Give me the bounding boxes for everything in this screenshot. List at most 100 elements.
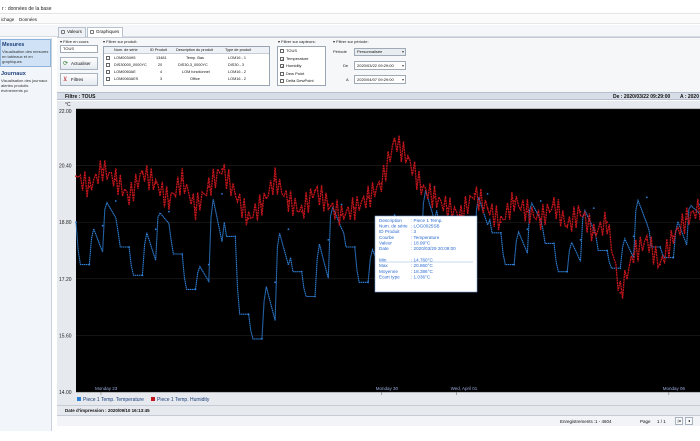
temperature-humidity-chart[interactable]: 22.00 20.40 18.80 17.20 15.60 14.00 °C Monday 2… xyxy=(57,101,700,405)
tooltip-value: : Temperature xyxy=(411,235,440,240)
data-point xyxy=(181,253,184,255)
periode-select[interactable]: Personnalisée ▾ xyxy=(354,48,406,56)
first-page-button[interactable]: |◂ xyxy=(675,417,683,425)
data-point xyxy=(393,139,396,142)
nav-line: graphiques xyxy=(2,59,22,64)
sensor-checkbox-humidity[interactable]: ✓ xyxy=(280,64,284,69)
row-checkbox[interactable] xyxy=(106,77,110,81)
chart-icon xyxy=(90,30,94,34)
data-point xyxy=(367,281,369,284)
column-header[interactable]: Num. de série xyxy=(114,47,138,53)
tab-label: Graphiques xyxy=(96,29,120,34)
menu-item-affichage[interactable]: ichage xyxy=(1,17,14,22)
refresh-icon: ⟳ xyxy=(63,61,69,67)
menu-item-donnees[interactable]: Données xyxy=(19,17,37,22)
data-point xyxy=(553,203,555,206)
legend-swatch xyxy=(151,397,155,401)
tooltip-value: : 3 xyxy=(411,229,417,234)
row-checkbox[interactable] xyxy=(106,56,110,60)
data-point xyxy=(685,217,688,220)
data-point xyxy=(221,193,223,195)
data-point xyxy=(114,178,117,181)
legend-label: Piece 1 Temp. Temperature xyxy=(83,397,144,403)
tab-graphiques[interactable]: Graphiques xyxy=(87,27,123,37)
tooltip-value: : 18.99°C xyxy=(411,240,431,245)
data-point xyxy=(300,210,303,213)
tooltip-value: : 14.760°C xyxy=(411,258,433,263)
data-point xyxy=(141,274,144,277)
sensor-checkbox-temperature[interactable]: ✓ xyxy=(280,57,284,62)
data-point xyxy=(539,200,542,202)
date-to-field[interactable]: 2020/04/07 09:29:00 ▾ xyxy=(354,75,406,84)
data-point xyxy=(234,193,237,195)
data-point xyxy=(207,185,210,188)
column-header[interactable]: Description du produit xyxy=(176,47,213,53)
data-point xyxy=(340,214,343,216)
data-point xyxy=(101,168,104,170)
row-checkbox[interactable] xyxy=(106,63,110,67)
data-point xyxy=(274,281,276,284)
navigation-pane: Mesures Visualisation des mesures en tab… xyxy=(0,38,52,431)
tooltip-key: Date xyxy=(379,246,389,251)
data-point xyxy=(114,200,117,202)
product-grid[interactable]: Num. de série ID Produit Description du … xyxy=(103,46,270,86)
records-label: Enregistrements : xyxy=(560,419,596,424)
data-point xyxy=(168,210,170,213)
print-date: Date d'impression : 2020/09/10 16:13:45 xyxy=(65,408,150,413)
sensor-checkbox-dewpoint[interactable] xyxy=(280,72,284,76)
current-filter-field[interactable]: TOUS xyxy=(60,45,98,53)
sensor-checkbox-tous[interactable] xyxy=(280,49,284,53)
sensor-checkbox-delta-dewpoint[interactable] xyxy=(280,79,284,83)
y-tick-label: 20.40 xyxy=(59,164,72,170)
data-point xyxy=(592,231,595,234)
filters-button[interactable]: ⊻ Filtres xyxy=(60,73,98,86)
data-point xyxy=(619,292,622,294)
tooltip-key: Min xyxy=(379,258,387,263)
sensor-list[interactable]: TOUS ✓ Temperature ✓ Humidity Dew Point … xyxy=(277,46,326,86)
x-tick-label: Monday 06 xyxy=(663,386,686,391)
data-point xyxy=(446,207,449,209)
date-from-value: 2020/03/22 09:29:00 xyxy=(357,63,394,68)
date-from-label: De xyxy=(343,63,349,68)
table-cell: Temp. Bas xyxy=(186,56,204,60)
data-point xyxy=(234,235,237,238)
data-point xyxy=(433,196,436,199)
data-point xyxy=(247,217,250,220)
legend-swatch xyxy=(77,397,81,401)
data-point xyxy=(154,228,157,231)
data-point xyxy=(672,256,675,259)
legend-label: Piece 1 Temp. Humidity xyxy=(157,397,210,403)
column-header[interactable]: ID Produit xyxy=(150,47,167,53)
chevron-down-icon: ▾ xyxy=(401,63,404,68)
menu-bar: ichage Données xyxy=(0,15,700,24)
column-header[interactable]: Type de produit xyxy=(225,47,251,53)
previous-page-button[interactable]: ◂ xyxy=(685,417,693,425)
table-cell: DIS30000_0000YC xyxy=(114,63,147,67)
data-point xyxy=(287,200,290,202)
data-point xyxy=(314,189,316,192)
nav-section-mesures[interactable]: Mesures Visualisation des mesures en tab… xyxy=(0,39,51,67)
data-point xyxy=(646,196,648,199)
date-to-label: A xyxy=(346,77,349,82)
tooltip-value: : 1.036°C xyxy=(411,274,431,279)
tooltip-value: : 18.386°C xyxy=(411,269,433,274)
nav-section-journaux[interactable]: Journaux Visualisation des journaux aler… xyxy=(0,69,51,97)
tooltip-key: ID Produit xyxy=(379,229,400,234)
data-point xyxy=(579,210,582,213)
row-checkbox[interactable] xyxy=(106,70,110,74)
data-point xyxy=(287,228,290,231)
data-point xyxy=(526,210,529,213)
refresh-button[interactable]: ⟳ Actualiser xyxy=(60,57,98,70)
sensor-label: TOUS xyxy=(286,48,298,53)
data-point xyxy=(632,235,635,238)
filter-icon: ⊻ xyxy=(63,77,68,83)
tab-valeurs[interactable]: Valeurs xyxy=(58,27,86,37)
nav-section-mesures-title: Mesures xyxy=(2,42,25,48)
date-from-field[interactable]: 2020/03/22 09:29:00 ▾ xyxy=(354,61,406,70)
table-cell: LOM16 - 1 xyxy=(228,56,246,60)
sensor-label: Humidity xyxy=(286,63,302,68)
label-text: Filtre en cours xyxy=(63,39,89,44)
data-point xyxy=(88,263,91,266)
tooltip-key: Valeur xyxy=(379,240,392,245)
data-point xyxy=(154,182,157,185)
